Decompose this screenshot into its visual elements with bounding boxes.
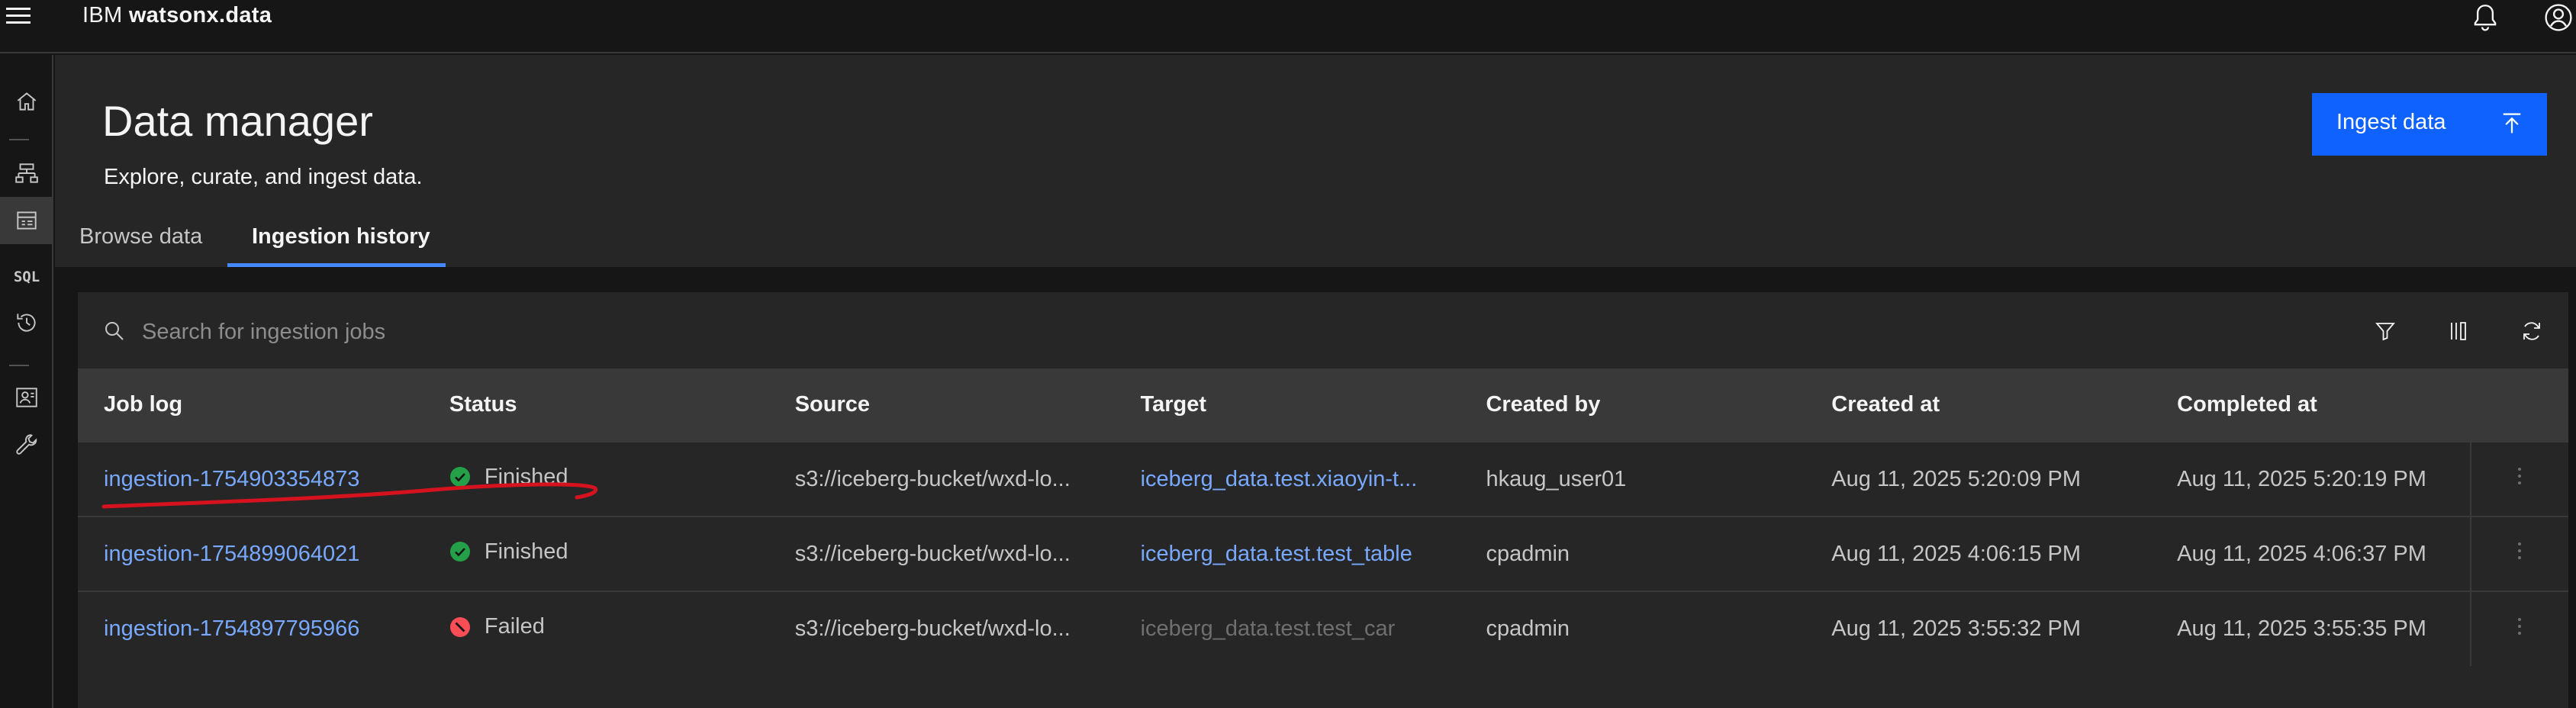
upload-icon [2503,113,2521,134]
created-at-cell: Aug 11, 2025 4:06:15 PM [1805,516,2152,591]
rail-infrastructure[interactable] [0,150,53,197]
infrastructure-icon [15,163,38,183]
job-log-link[interactable]: ingestion-1754897795966 [104,616,359,641]
completed-at-cell: Aug 11, 2025 5:20:19 PM [2151,441,2471,517]
brand-product: watsonx.data [128,3,272,27]
rail-configurations[interactable] [0,421,53,468]
source-cell: s3://iceberg-bucket/wxd-lo... [768,441,1115,517]
hamburger-menu-icon[interactable] [6,3,31,31]
rail-home[interactable] [0,78,53,125]
created-at-cell: Aug 11, 2025 3:55:32 PM [1805,591,2152,666]
page-title: Data manager [102,97,373,145]
table-row[interactable]: ingestion-1754899064021 Finished s3://ic… [78,516,2568,591]
brand-prefix: IBM [82,3,123,27]
overflow-menu-icon[interactable] [2516,541,2523,561]
column-header-actions [2469,368,2568,442]
success-check-icon [449,467,470,488]
column-header-completed-at[interactable]: Completed at [2151,368,2471,442]
search-icon [105,322,124,340]
refresh-icon [2523,322,2540,340]
filter-icon [2375,323,2395,341]
ingest-data-label: Ingest data [2336,110,2446,134]
target-link[interactable]: iceberg_data.test.test_table [1141,542,1412,566]
ingestion-history-table: Job log Status Source Target Created by … [78,368,2568,666]
target-text-disabled: iceberg_data.test.test_car [1140,616,1396,641]
configurations-icon [16,434,37,455]
rail-divider [9,365,29,366]
created-at-cell: Aug 11, 2025 5:20:09 PM [1805,441,2152,517]
notification-bell-icon[interactable] [2469,2,2501,34]
tab-ingestion-history[interactable]: Ingestion history [227,211,446,267]
column-header-source[interactable]: Source [768,368,1115,442]
access-control-icon [16,388,37,407]
sql-icon: SQL [13,269,40,285]
tab-label: Browse data [79,224,203,249]
page-subtitle: Explore, curate, and ingest data. [104,165,423,189]
ingest-data-button[interactable]: Ingest data [2312,93,2547,156]
status-cell: Finished [449,465,568,490]
status-cell: Finished [449,539,568,565]
refresh-button[interactable] [2513,313,2550,349]
table-row[interactable]: ingestion-1754903354873 Finished s3://ic… [78,441,2568,517]
status-text: Finished [484,464,568,489]
column-settings-button[interactable] [2440,313,2477,349]
rail-query-workspace[interactable]: SQL [0,253,53,301]
column-settings-icon [2451,322,2466,340]
column-header-job-log[interactable]: Job log [78,368,423,442]
status-text: Failed [484,614,545,639]
user-avatar-icon[interactable] [2542,2,2574,34]
column-header-target[interactable]: Target [1114,368,1460,442]
top-header: IBM watsonx.data [0,0,2576,53]
created-by-cell: cpadmin [1460,516,1806,591]
data-manager-icon [17,211,37,230]
job-log-link[interactable]: ingestion-1754899064021 [104,542,359,566]
table-header-row: Job log Status Source Target Created by … [78,368,2568,442]
error-icon [449,616,470,637]
status-cell: Failed [449,614,545,639]
left-navigation-rail: SQL [0,55,53,708]
filter-button[interactable] [2367,313,2404,349]
column-header-created-by[interactable]: Created by [1460,368,1806,442]
rail-access-control[interactable] [0,374,53,421]
history-icon [17,314,36,332]
success-check-icon [449,542,470,562]
overflow-menu-icon[interactable] [2516,466,2523,486]
created-by-cell: hkaug_user01 [1460,441,1806,517]
table-row[interactable]: ingestion-1754897795966 Failed s3://iceb… [78,591,2568,666]
completed-at-cell: Aug 11, 2025 4:06:37 PM [2151,516,2471,591]
status-text: Finished [484,539,568,564]
column-header-created-at[interactable]: Created at [1805,368,2152,442]
rail-query-history[interactable] [0,299,53,346]
product-brand[interactable]: IBM watsonx.data [82,3,272,28]
completed-at-cell: Aug 11, 2025 3:55:35 PM [2151,591,2471,666]
source-cell: s3://iceberg-bucket/wxd-lo... [768,516,1115,591]
created-by-cell: cpadmin [1460,591,1806,666]
home-icon [17,92,37,111]
tab-label: Ingestion history [252,224,430,249]
job-log-link[interactable]: ingestion-1754903354873 [104,467,359,491]
overflow-menu-icon[interactable] [2516,616,2523,636]
target-link[interactable]: iceberg_data.test.xiaoyin-t... [1141,467,1418,491]
search-input[interactable] [142,311,2278,352]
rail-divider [9,139,29,140]
rail-data-manager[interactable] [0,197,53,244]
column-header-status[interactable]: Status [423,368,769,442]
source-cell: s3://iceberg-bucket/wxd-lo... [768,591,1115,666]
